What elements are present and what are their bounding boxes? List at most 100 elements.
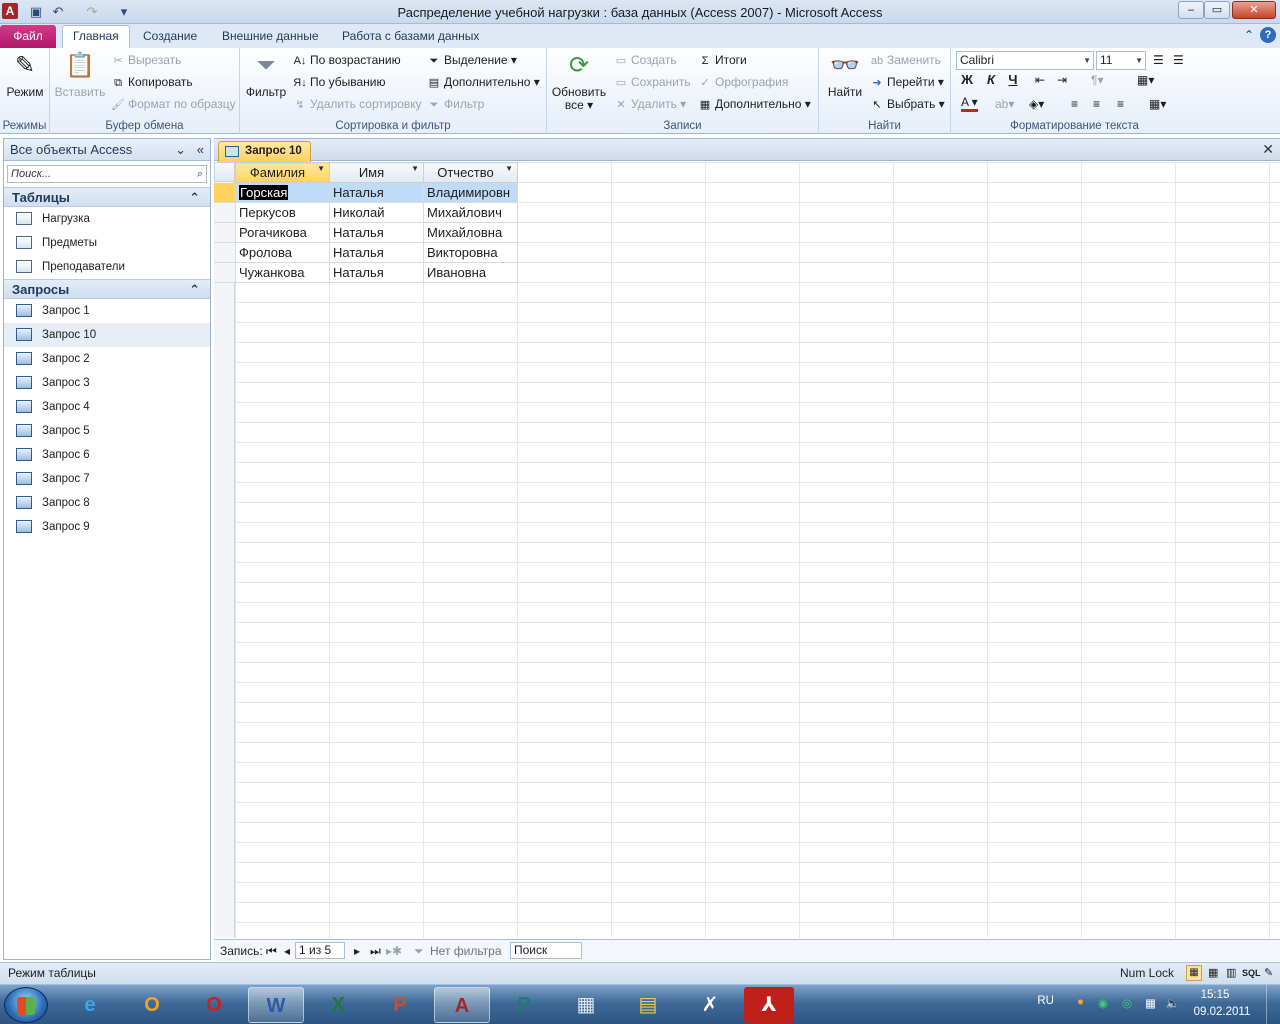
nav-item-query[interactable]: Запрос 1 (4, 299, 210, 323)
nav-item-query[interactable]: Запрос 4 (4, 395, 210, 419)
pivot-chart-icon[interactable]: ▥ (1226, 963, 1236, 984)
table-cell[interactable]: Михайловна (423, 222, 518, 243)
spelling-button[interactable]: ✓ Орфография (697, 72, 788, 92)
nav-item-query[interactable]: Запрос 3 (4, 371, 210, 395)
internet-explorer-icon[interactable]: e (62, 987, 118, 1023)
tab-external-data[interactable]: Внешние данные (212, 28, 329, 48)
access-icon[interactable]: A (434, 987, 490, 1023)
view-button[interactable]: ✎ Режим (4, 50, 46, 99)
calculator-icon[interactable]: ▦ (558, 987, 614, 1023)
column-header[interactable]: Имя ▼ (329, 162, 424, 183)
nav-item-query[interactable]: Запрос 7 (4, 467, 210, 491)
record-selector[interactable] (214, 223, 235, 243)
refresh-all-button[interactable]: ⟳ Обновить все ▾ (551, 50, 607, 112)
bold-button[interactable]: Ж (957, 70, 977, 90)
prev-record-icon[interactable]: ◂ (284, 941, 290, 961)
sort-ascending-button[interactable]: A↓ По возрастанию (292, 50, 401, 70)
more-records-button[interactable]: ▦ Дополнительно ▾ (697, 94, 811, 114)
help-icon[interactable]: ? (1260, 27, 1276, 43)
network-icon[interactable]: ▦ (1145, 996, 1156, 1010)
update-icon[interactable]: ● (1077, 996, 1084, 1008)
copy-button[interactable]: ⧉ Копировать (110, 72, 193, 92)
paragraph-icon[interactable]: ¶▾ (1091, 70, 1103, 90)
table-cell[interactable]: Владимировн (423, 182, 518, 203)
nav-item-query[interactable]: Запрос 9 (4, 515, 210, 539)
nav-collapse-icon[interactable]: « (197, 139, 204, 161)
table-cell[interactable]: Чужанкова (235, 262, 330, 283)
select-button[interactable]: ↖ Выбрать ▾ (869, 94, 944, 114)
new-record-button[interactable]: ▭ Создать (613, 50, 677, 70)
adobe-reader-icon[interactable]: ⅄ (744, 987, 794, 1023)
table-cell[interactable]: Наталья (329, 182, 424, 203)
outdent-icon[interactable]: ⇥ (1057, 70, 1067, 90)
tab-file[interactable]: Файл (0, 25, 56, 48)
powerpoint-icon[interactable]: P (372, 987, 428, 1023)
highlight-icon[interactable]: ab▾ (995, 94, 1014, 114)
tab-database-tools[interactable]: Работа с базами данных (332, 28, 489, 48)
table-cell[interactable]: Наталья (329, 242, 424, 263)
find-button[interactable]: 👓 Найти (823, 50, 867, 99)
start-button[interactable] (4, 987, 48, 1023)
table-cell[interactable]: Ивановна (423, 262, 518, 283)
last-record-icon[interactable]: ⏭ (370, 941, 381, 961)
unknown-app-icon[interactable]: ✗ (682, 987, 738, 1023)
record-position-input[interactable]: 1 из 5 (295, 942, 345, 959)
advanced-filter-button[interactable]: ▤ Дополнительно ▾ (426, 72, 540, 92)
record-selector[interactable] (214, 203, 235, 223)
language-indicator[interactable]: RU (1037, 995, 1054, 1007)
nav-menu-icon[interactable]: ⌄ (175, 139, 186, 161)
table-cell[interactable]: Михайлович (423, 202, 518, 223)
volume-icon[interactable]: 🔈 (1166, 996, 1180, 1010)
font-size-select[interactable]: 11 ▼ (1096, 51, 1146, 70)
table-cell[interactable]: Наталья (329, 262, 424, 283)
show-desktop-button[interactable] (1266, 985, 1280, 1024)
outlook-icon[interactable]: O (124, 987, 180, 1023)
delete-record-button[interactable]: ✕ Удалить ▾ (613, 94, 686, 114)
nav-item-table[interactable]: Нагрузка (4, 207, 210, 231)
goto-button[interactable]: ➜ Перейти ▾ (869, 72, 944, 92)
replace-button[interactable]: ab Заменить (869, 50, 941, 70)
clock-date[interactable]: 09.02.2011 (1190, 1006, 1254, 1018)
close-button[interactable]: ✕ (1232, 1, 1276, 19)
tab-home[interactable]: Главная (62, 25, 130, 48)
filter-status[interactable]: Нет фильтра (430, 941, 502, 961)
align-left-icon[interactable]: ≡ (1071, 94, 1078, 114)
datasheet-view-icon[interactable]: ▦ (1186, 965, 1202, 981)
italic-button[interactable]: К (981, 70, 1001, 90)
record-selector[interactable] (214, 243, 235, 263)
tab-create[interactable]: Создание (133, 28, 207, 48)
alt-fill-icon[interactable]: ▦▾ (1149, 94, 1166, 114)
table-cell[interactable]: Перкусов (235, 202, 330, 223)
nav-item-query[interactable]: Запрос 8 (4, 491, 210, 515)
nav-section-tables[interactable]: Таблицы ⌃ (4, 187, 210, 207)
table-cell[interactable]: Фролова (235, 242, 330, 263)
record-selector[interactable] (214, 183, 235, 203)
fill-color-icon[interactable]: ◈▾ (1029, 94, 1044, 114)
tray-app2-icon[interactable]: ◎ (1122, 996, 1132, 1010)
excel-icon[interactable]: X (310, 987, 366, 1023)
font-name-select[interactable]: Calibri ▼ (956, 51, 1094, 70)
first-record-icon[interactable]: ⏮ (266, 941, 277, 961)
nav-header[interactable]: Все объекты Access ⌄ « (4, 139, 210, 161)
record-search-input[interactable]: Поиск (510, 942, 582, 959)
section-collapse-icon[interactable]: ⌃ (189, 280, 200, 299)
table-cell[interactable]: Николай (329, 202, 424, 223)
gridlines-icon[interactable]: ▦▾ (1137, 70, 1154, 90)
tray-app-icon[interactable]: ◉ (1098, 996, 1108, 1010)
save-record-button[interactable]: ▭ Сохранить (613, 72, 691, 92)
cut-button[interactable]: ✂ Вырезать (110, 50, 181, 70)
toggle-filter-button[interactable]: ⏷ Фильтр (426, 94, 485, 114)
clock-time[interactable]: 15:15 (1190, 989, 1240, 1001)
underline-button[interactable]: Ч (1003, 70, 1023, 90)
indent-icon[interactable]: ⇤ (1035, 70, 1045, 90)
column-header[interactable]: Отчество ▼ (423, 162, 518, 183)
format-painter-button[interactable]: 🖌 Формат по образцу (110, 94, 236, 114)
publisher-icon[interactable]: P (496, 987, 552, 1023)
chevron-down-icon[interactable]: ▼ (411, 164, 419, 173)
align-center-icon[interactable]: ≡ (1093, 94, 1100, 114)
design-view-icon[interactable]: ✎ (1264, 963, 1273, 984)
explorer-folder-icon[interactable]: ▤ (620, 987, 676, 1023)
maximize-button[interactable]: ▭ (1204, 1, 1230, 19)
table-cell[interactable]: Горская (235, 182, 330, 203)
document-tab[interactable]: Запрос 10 (218, 141, 311, 162)
